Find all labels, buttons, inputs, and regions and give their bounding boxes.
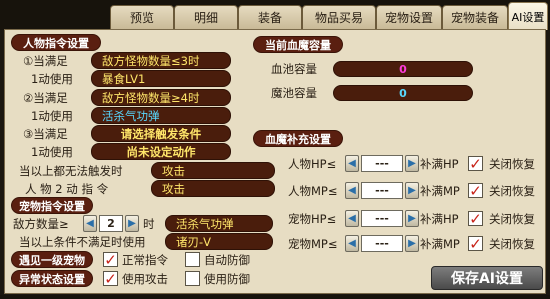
rule2-condition-select[interactable]: 敌方怪物数量≥4时 (91, 89, 231, 106)
pet-hp-close-checkbox[interactable]: ✓ (468, 211, 483, 226)
player-hp-decrease-button[interactable]: ◀ (345, 155, 359, 172)
pet-mp-threshold-label: 宠物MP≤ (288, 236, 338, 251)
fallback-label: 当以上都无法触发时 (19, 163, 123, 178)
tab-pet-equipment[interactable]: 宠物装备 (442, 5, 508, 29)
bottom-border (0, 295, 550, 299)
tab-bar: 预览 明细 装备 物品买易 宠物设置 宠物装备 AI设置 (0, 0, 550, 30)
save-ai-settings-button[interactable]: 保存AI设置 (431, 266, 543, 290)
abnormal-status-label: 异常状态设置 (11, 270, 93, 287)
pet-hp-increase-button[interactable]: ▶ (405, 210, 419, 227)
enemy-count-increase-button[interactable]: ▶ (125, 215, 139, 232)
rule2-condition-label: ②当满足 (23, 90, 68, 105)
settings-panel: 人物指令设置 ①当满足 敌方怪物数量≤3时 1动使用 暴食LV1 ②当满足 敌方… (4, 29, 546, 294)
red-checkmark-icon: ✓ (104, 269, 117, 288)
capacity-header: 当前血魔容量 (253, 36, 343, 53)
triangle-right-icon: ▶ (408, 213, 416, 224)
ai-settings-window: 预览 明细 装备 物品买易 宠物设置 宠物装备 AI设置 人物指令设置 ①当满足… (0, 0, 550, 299)
red-checkmark-icon: ✓ (469, 209, 482, 228)
pet-mp-increase-button[interactable]: ▶ (405, 235, 419, 252)
triangle-right-icon: ▶ (408, 158, 416, 169)
hp-pool-label: 血池容量 (271, 61, 317, 76)
triangle-left-icon: ◀ (348, 158, 356, 169)
player-mp-close-label: 关闭恢复 (489, 183, 535, 198)
pet-mp-close-checkbox[interactable]: ✓ (468, 236, 483, 251)
action2-select[interactable]: 攻击 (151, 180, 275, 197)
red-checkmark-icon: ✓ (469, 234, 482, 253)
player-mp-refill-label: 补满MP (420, 183, 460, 198)
use-defend-checkbox[interactable] (185, 271, 200, 286)
player-mp-decrease-button[interactable]: ◀ (345, 182, 359, 199)
mp-pool-value: 0 (333, 85, 473, 101)
use-attack-label: 使用攻击 (122, 271, 168, 286)
pet-mp-decrease-button[interactable]: ◀ (345, 235, 359, 252)
tab-item-trade[interactable]: 物品买易 (302, 5, 376, 29)
use-defend-label: 使用防御 (204, 271, 250, 286)
pet-else-select[interactable]: 诸刃-V (165, 233, 273, 250)
red-checkmark-icon: ✓ (104, 250, 117, 269)
player-hp-refill-label: 补满HP (420, 156, 459, 171)
tab-detail[interactable]: 明细 (174, 5, 238, 29)
triangle-left-icon: ◀ (348, 213, 356, 224)
rule2-use-label: 1动使用 (31, 108, 73, 123)
player-mp-threshold-value: --- (361, 182, 403, 199)
rule3-condition-label: ③当满足 (23, 126, 68, 141)
player-mp-increase-button[interactable]: ▶ (405, 182, 419, 199)
normal-command-label: 正常指令 (122, 252, 168, 267)
auto-defend-checkbox[interactable] (185, 252, 200, 267)
mp-pool-label: 魔池容量 (271, 85, 317, 100)
pet-mp-close-label: 关闭恢复 (489, 236, 535, 251)
rule3-action-select[interactable]: 尚未设定动作 (91, 143, 231, 160)
refill-header: 血魔补充设置 (253, 130, 343, 147)
triangle-left-icon: ◀ (348, 185, 356, 196)
player-hp-threshold-value: --- (361, 155, 403, 172)
rule2-action-select[interactable]: 活杀气功弹 (91, 107, 231, 124)
rule1-condition-select[interactable]: 敌方怪物数量≤3时 (91, 52, 231, 69)
pet-hp-decrease-button[interactable]: ◀ (345, 210, 359, 227)
player-mp-threshold-label: 人物MP≤ (288, 183, 338, 198)
player-hp-close-label: 关闭恢复 (489, 156, 535, 171)
red-checkmark-icon: ✓ (469, 154, 482, 173)
enemy-count-decrease-button[interactable]: ◀ (83, 215, 97, 232)
action2-label: 人 物 2 动 指 令 (25, 181, 109, 196)
tab-ai-settings[interactable]: AI设置 (508, 2, 548, 30)
player-mp-close-checkbox[interactable]: ✓ (468, 183, 483, 198)
use-attack-checkbox[interactable]: ✓ (103, 271, 118, 286)
enemy-count-label: 敌方数量≥ (13, 216, 69, 231)
triangle-left-icon: ◀ (348, 238, 356, 249)
fallback-action-select[interactable]: 攻击 (151, 162, 275, 179)
time-label: 时 (143, 216, 155, 231)
player-hp-threshold-label: 人物HP≤ (288, 156, 337, 171)
rule1-condition-label: ①当满足 (23, 53, 68, 68)
triangle-right-icon: ▶ (408, 238, 416, 249)
pet-hp-close-label: 关闭恢复 (489, 211, 535, 226)
rule3-use-label: 1动使用 (31, 144, 73, 159)
pet-command-header: 宠物指令设置 (11, 197, 93, 214)
tab-preview[interactable]: 预览 (110, 5, 174, 29)
player-hp-close-checkbox[interactable]: ✓ (468, 156, 483, 171)
enemy-count-value: 2 (99, 215, 123, 232)
triangle-left-icon: ◀ (86, 218, 94, 229)
pet-hp-threshold-label: 宠物HP≤ (288, 211, 337, 226)
rule1-use-label: 1动使用 (31, 71, 73, 86)
rule1-action-select[interactable]: 暴食LV1 (91, 70, 231, 87)
pet-hp-threshold-value: --- (361, 210, 403, 227)
pet-skill-select[interactable]: 活杀气功弹 (165, 215, 273, 232)
player-command-header: 人物指令设置 (11, 34, 101, 51)
encounter-level1-pet-label: 遇见一级宠物 (11, 251, 93, 268)
tab-pet-settings[interactable]: 宠物设置 (376, 5, 442, 29)
pet-mp-threshold-value: --- (361, 235, 403, 252)
red-checkmark-icon: ✓ (469, 181, 482, 200)
pet-hp-refill-label: 补满HP (420, 211, 459, 226)
triangle-right-icon: ▶ (128, 218, 136, 229)
pet-else-label: 当以上条件不满足时使用 (19, 234, 146, 249)
rule3-condition-select[interactable]: 请选择触发条件 (91, 125, 231, 142)
pet-mp-refill-label: 补满MP (420, 236, 460, 251)
tab-equipment[interactable]: 装备 (238, 5, 302, 29)
normal-command-checkbox[interactable]: ✓ (103, 252, 118, 267)
triangle-right-icon: ▶ (408, 185, 416, 196)
player-hp-increase-button[interactable]: ▶ (405, 155, 419, 172)
hp-pool-value: 0 (333, 61, 473, 77)
auto-defend-label: 自动防御 (204, 252, 250, 267)
